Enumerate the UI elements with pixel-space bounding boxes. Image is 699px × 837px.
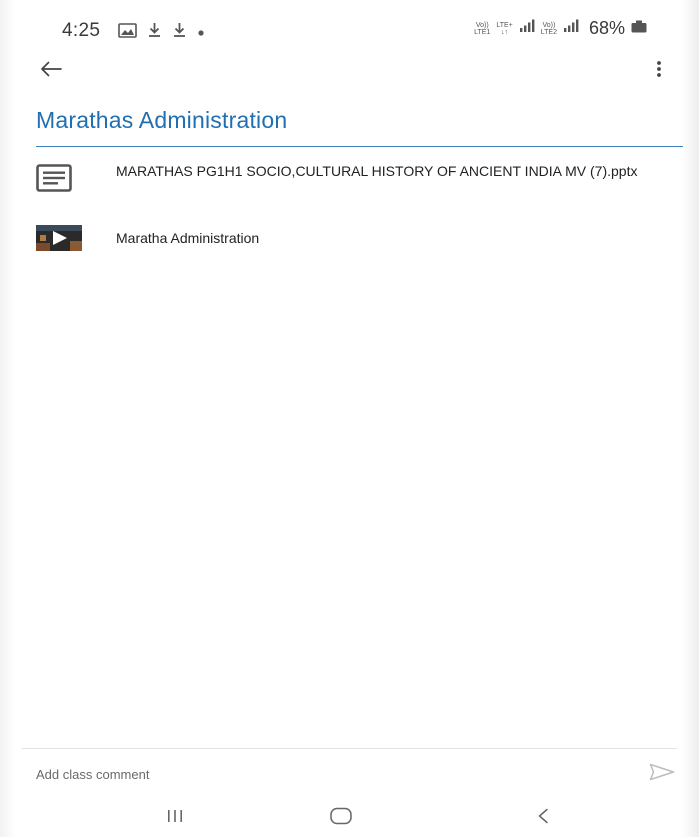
classroom-material-screen: 4:25 Vo)) LTE1 LTE+ ↓↑ Vo)) LTE2 68% Mar… — [0, 0, 699, 837]
sim1-label-bottom: LTE1 — [474, 28, 491, 36]
page-title: Marathas Administration — [36, 107, 288, 133]
battery-icon — [631, 19, 647, 38]
class-comment-input[interactable] — [36, 760, 596, 788]
signal-icon — [563, 19, 579, 38]
send-comment-button[interactable] — [647, 762, 677, 786]
download-icon — [147, 22, 162, 43]
sim2-label-bottom: LTE2 — [540, 28, 557, 36]
signal-icon — [519, 19, 535, 38]
nav-back-button[interactable] — [523, 806, 563, 830]
recents-button[interactable] — [155, 806, 195, 830]
sim2-label: Vo)) LTE2 — [541, 22, 557, 36]
network-type-bottom: ↓↑ — [501, 28, 509, 36]
home-icon — [329, 807, 353, 830]
material-item-video[interactable]: Maratha Administration — [36, 223, 676, 253]
more-options-button[interactable] — [649, 56, 669, 86]
arrow-back-icon — [40, 61, 62, 82]
gallery-icon — [118, 22, 137, 43]
comment-divider — [22, 748, 677, 749]
download-icon — [172, 22, 187, 43]
notification-icons — [118, 22, 205, 43]
title-divider — [36, 146, 683, 147]
nav-back-icon — [537, 808, 549, 829]
material-item-pptx[interactable]: MARATHAS PG1H1 SOCIO,CULTURAL HISTORY OF… — [36, 163, 676, 193]
status-right-group: Vo)) LTE1 LTE+ ↓↑ Vo)) LTE2 68% — [474, 18, 647, 39]
dot-icon — [197, 24, 205, 42]
video-thumbnail-icon — [36, 223, 84, 253]
network-type-top: LTE+ — [496, 21, 513, 29]
more-vert-icon — [656, 60, 662, 83]
status-time: 4:25 — [62, 20, 101, 41]
material-title: MARATHAS PG1H1 SOCIO,CULTURAL HISTORY OF… — [116, 163, 638, 179]
system-nav-bar — [0, 800, 699, 837]
battery-percent: 68% — [588, 18, 625, 38]
send-icon — [649, 763, 675, 786]
sim2-label-top: Vo)) — [542, 21, 556, 29]
document-icon — [36, 163, 84, 193]
status-bar: 4:25 Vo)) LTE1 LTE+ ↓↑ Vo)) LTE2 68% — [0, 0, 699, 60]
recents-icon — [165, 809, 185, 828]
back-button[interactable] — [36, 56, 66, 86]
home-button[interactable] — [321, 806, 361, 830]
sim1-label-top: Vo)) — [475, 21, 489, 29]
material-title: Maratha Administration — [116, 230, 260, 246]
sim1-label: Vo)) LTE1 — [474, 22, 490, 36]
network-type-label: LTE+ ↓↑ — [496, 22, 512, 36]
